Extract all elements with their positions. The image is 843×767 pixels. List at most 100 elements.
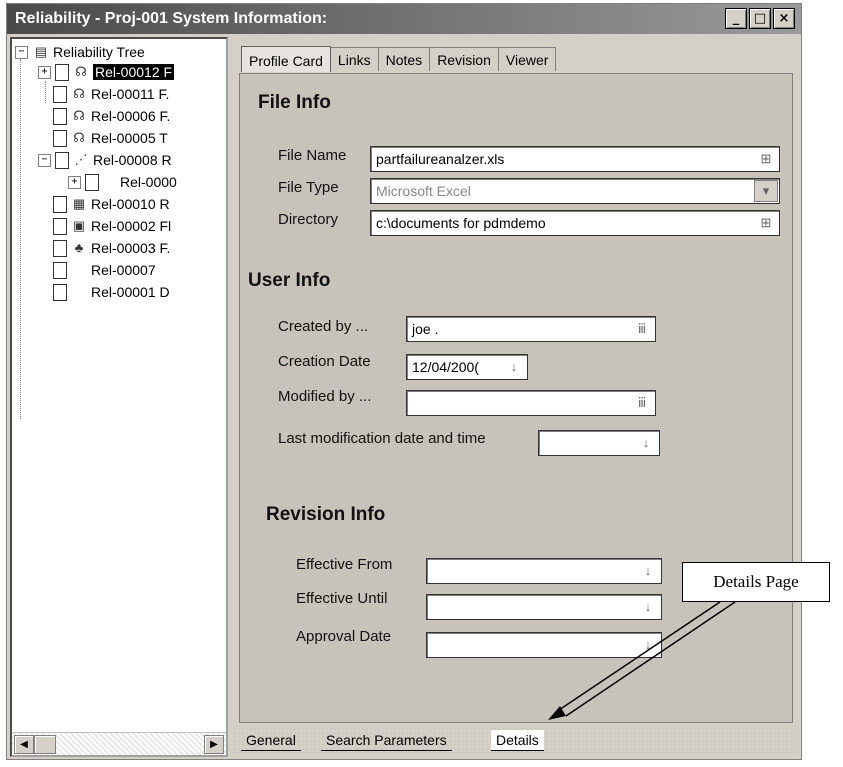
reliability-icon: ☊ — [73, 86, 85, 101]
user-info-heading: User Info — [248, 270, 331, 291]
tree-item[interactable]: − ⋰ Rel-00008 R — [38, 149, 172, 171]
bottom-tab-strip: General Search Parameters Details — [233, 727, 799, 755]
tree-item-label: Rel-00002 Fl — [91, 218, 172, 234]
file-name-label: File Name — [278, 147, 347, 164]
effective-from-label: Effective From — [296, 556, 393, 573]
network-icon: ♣ — [74, 240, 84, 255]
profile-card-content: File Info File Name partfailureanalzer.x… — [239, 73, 793, 723]
document-icon — [53, 261, 67, 279]
browse-icon[interactable]: ⊞ — [755, 149, 777, 169]
reliability-icon: ☊ — [73, 108, 85, 123]
creation-date-label: Creation Date — [278, 353, 371, 370]
user-lookup-icon[interactable]: ⅲ — [631, 393, 653, 413]
scroll-left-icon[interactable]: ◀ — [14, 735, 34, 754]
browse-folder-icon[interactable]: ⊞ — [755, 213, 777, 233]
expand-icon[interactable]: + — [68, 175, 81, 189]
tab-viewer[interactable]: Viewer — [497, 47, 557, 71]
user-lookup-icon[interactable]: ⅲ — [631, 319, 653, 339]
created-by-field[interactable]: joe . ⅲ — [406, 316, 656, 342]
tab-revision[interactable]: Revision — [429, 47, 499, 71]
document-icon — [53, 239, 67, 257]
created-by-label: Created by ... — [278, 318, 369, 335]
scroll-right-icon[interactable]: ▶ — [204, 735, 224, 754]
tree-item[interactable]: ☊ Rel-00006 F. — [53, 105, 170, 127]
file-name-field[interactable]: partfailureanalzer.xls ⊞ — [370, 146, 780, 172]
reliability-icon: ☊ — [73, 130, 85, 145]
approval-date-label: Approval Date — [296, 628, 392, 645]
document-icon — [53, 195, 67, 213]
tree-item[interactable]: + ☊ Rel-00012 F — [38, 61, 175, 83]
tab-general[interactable]: General — [241, 730, 301, 751]
collapse-icon[interactable]: − — [15, 45, 28, 59]
tree-root-label: Reliability Tree — [53, 44, 145, 60]
document-icon — [53, 283, 67, 301]
app-window: Reliability - Proj-001 System Informatio… — [6, 3, 802, 760]
date-picker-icon[interactable]: ↓ — [503, 357, 525, 377]
tree-item-label: Rel-00010 R — [91, 196, 170, 212]
tree-item[interactable]: ♣ Rel-00003 F. — [53, 237, 170, 259]
tree-item[interactable]: ☊ Rel-00011 F. — [53, 83, 169, 105]
date-picker-icon[interactable]: ↓ — [637, 635, 659, 655]
tree-root[interactable]: − ▤ Reliability Tree — [15, 41, 145, 63]
directory-label: Directory — [278, 211, 339, 228]
modified-by-field[interactable]: ⅲ — [406, 390, 656, 416]
tree-item[interactable]: ☊ Rel-00005 T — [53, 127, 168, 149]
text-document-icon — [53, 107, 67, 125]
tree-item-label: Rel-00005 T — [91, 130, 168, 146]
modified-by-label: Modified by ... — [278, 388, 372, 405]
document-icon — [53, 85, 67, 103]
tab-search-parameters[interactable]: Search Parameters — [321, 730, 452, 751]
minimize-button[interactable]: _ — [725, 8, 747, 29]
reliability-icon: ☊ — [75, 64, 87, 79]
details-panel: Profile Card Links Notes Revision Viewer… — [233, 37, 799, 757]
form-icon: ▦ — [72, 196, 86, 211]
reliability-tree[interactable]: − ▤ Reliability Tree + ☊ Rel-00012 F ☊ R… — [10, 37, 228, 757]
file-info-heading: File Info — [258, 92, 331, 113]
tree-item-label: Rel-0000 — [120, 174, 177, 190]
tree-item-label: Rel-00003 F. — [91, 240, 171, 256]
document-icon — [53, 217, 67, 235]
collapse-icon[interactable]: − — [38, 153, 51, 167]
chevron-down-icon[interactable]: ▾ — [754, 180, 778, 202]
maximize-button[interactable]: □ — [749, 8, 771, 29]
date-picker-icon[interactable]: ↓ — [637, 597, 659, 617]
effective-until-field[interactable]: ↓ — [426, 594, 662, 620]
directory-value: c:\documents for pdmdemo — [376, 215, 546, 231]
tab-details[interactable]: Details — [491, 730, 544, 751]
tree-item-label: Rel-00008 R — [93, 152, 172, 168]
document-icon — [85, 173, 99, 191]
approval-date-field[interactable]: ↓ — [426, 632, 662, 658]
tab-links[interactable]: Links — [329, 47, 379, 71]
file-type-select[interactable]: Microsoft Excel ▾ — [370, 178, 780, 204]
creation-date-field[interactable]: 12/04/200( ↓ — [406, 354, 528, 380]
date-picker-icon[interactable]: ↓ — [635, 433, 657, 453]
window-title: Reliability - Proj-001 System Informatio… — [15, 10, 328, 27]
last-modification-field[interactable]: ↓ — [538, 430, 660, 456]
title-bar: Reliability - Proj-001 System Informatio… — [7, 4, 801, 34]
tree-item[interactable]: Rel-00001 D — [53, 281, 170, 303]
file-type-label: File Type — [278, 179, 339, 196]
document-icon — [55, 151, 69, 169]
scroll-thumb[interactable] — [34, 735, 56, 754]
tab-notes[interactable]: Notes — [377, 47, 431, 71]
close-button[interactable]: × — [773, 8, 795, 29]
revision-info-heading: Revision Info — [266, 504, 386, 525]
created-by-value: joe . — [412, 321, 439, 337]
file-type-value: Microsoft Excel — [376, 183, 471, 199]
tree-item[interactable]: + Rel-0000 — [68, 171, 177, 193]
tree-root-icon: ▤ — [34, 44, 48, 59]
horizontal-scrollbar[interactable]: ◀ ▶ — [12, 732, 226, 755]
expand-icon[interactable]: + — [38, 65, 51, 79]
tree-item-label: Rel-00007 — [91, 262, 156, 278]
tree-item-label: Rel-00006 F. — [91, 108, 171, 124]
date-picker-icon[interactable]: ↓ — [637, 561, 659, 581]
effective-from-field[interactable]: ↓ — [426, 558, 662, 584]
tree-item-label: Rel-00001 D — [91, 284, 170, 300]
last-modification-label: Last modification date and time — [278, 430, 486, 447]
tab-profile-card[interactable]: Profile Card — [241, 46, 331, 72]
tree-item[interactable]: ▦ Rel-00010 R — [53, 193, 170, 215]
tree-item[interactable]: ▣ Rel-00002 Fl — [53, 215, 171, 237]
tree-item[interactable]: Rel-00007 — [53, 259, 156, 281]
directory-field[interactable]: c:\documents for pdmdemo ⊞ — [370, 210, 780, 236]
tree-item-label: Rel-00011 F. — [91, 86, 170, 102]
